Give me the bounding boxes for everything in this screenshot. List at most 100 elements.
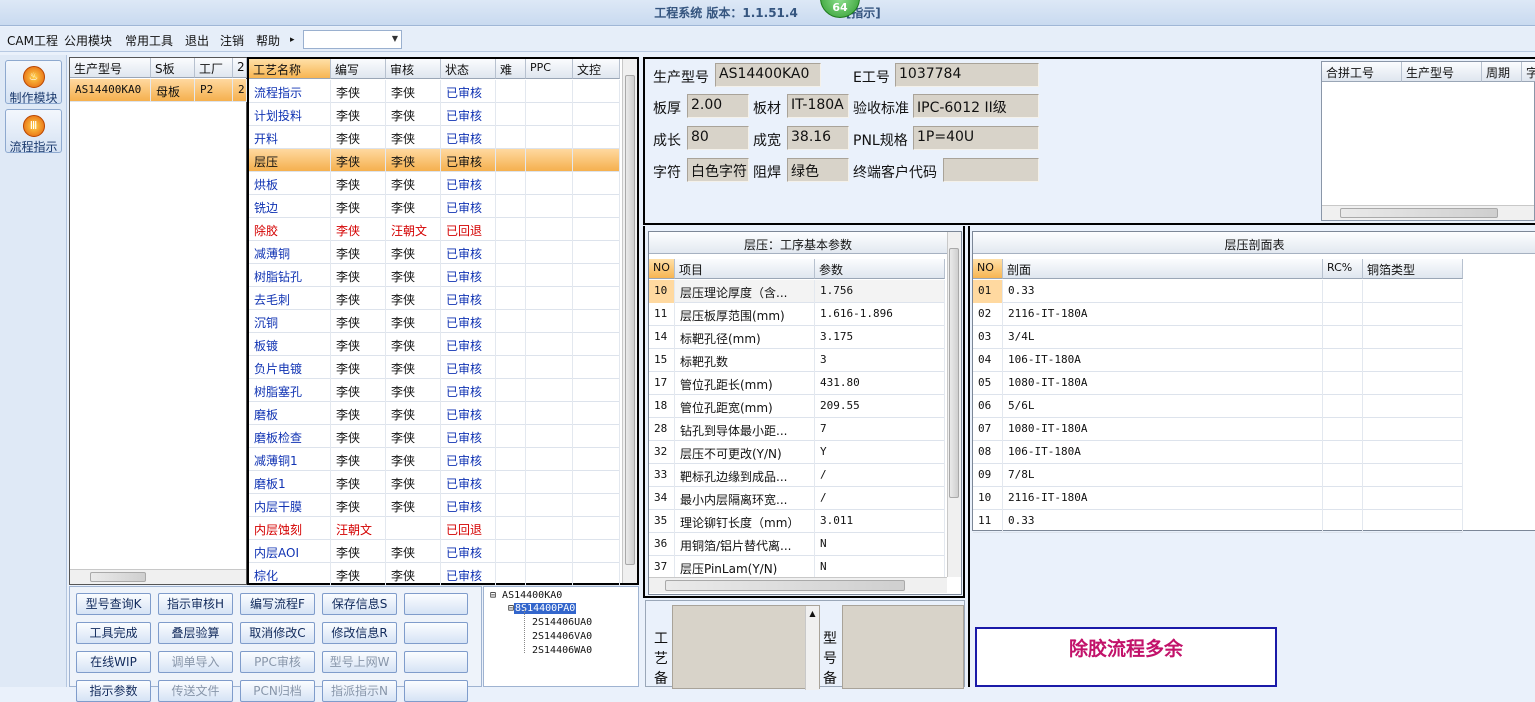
- stackup-row[interactable]: 06 5/6L: [973, 395, 1463, 418]
- blank-button[interactable]: [404, 593, 468, 615]
- process-row[interactable]: 开料 李侠 李侠 已审核: [249, 126, 620, 149]
- col-merge-extra[interactable]: 字: [1522, 62, 1535, 82]
- scroll-thumb[interactable]: [625, 75, 635, 565]
- field-char[interactable]: 白色字符: [687, 158, 749, 182]
- note-vscroll[interactable]: ▲: [805, 606, 819, 690]
- process-row[interactable]: 减薄铜1 李侠 李侠 已审核: [249, 448, 620, 471]
- process-row[interactable]: 负片电镀 李侠 李侠 已审核: [249, 356, 620, 379]
- action-button[interactable]: 保存信息S: [322, 593, 397, 615]
- action-button[interactable]: 叠层验算: [158, 622, 233, 644]
- param-row[interactable]: 33 靶标孔边缘到成品... /: [649, 464, 945, 487]
- stackup-row[interactable]: 09 7/8L: [973, 464, 1463, 487]
- param-row[interactable]: 34 最小内层隔离环宽... /: [649, 487, 945, 510]
- field-length[interactable]: 80: [687, 126, 749, 150]
- col-doc[interactable]: 文控: [573, 59, 620, 79]
- process-vscroll[interactable]: [622, 59, 637, 583]
- param-row[interactable]: 14 标靶孔径(mm) 3.175: [649, 326, 945, 349]
- process-row[interactable]: 除胶 李侠 汪朝文 已回退: [249, 218, 620, 241]
- action-button[interactable]: 指示参数: [76, 680, 151, 702]
- action-button[interactable]: 编写流程F: [240, 593, 315, 615]
- col-no[interactable]: NO: [649, 259, 675, 279]
- process-row[interactable]: 层压 李侠 李侠 已审核: [249, 149, 620, 172]
- process-row[interactable]: 沉铜 李侠 李侠 已审核: [249, 310, 620, 333]
- process-row[interactable]: 烘板 李侠 李侠 已审核: [249, 172, 620, 195]
- col-status[interactable]: 状态: [441, 59, 496, 79]
- params-hscroll[interactable]: [649, 577, 947, 593]
- param-row[interactable]: 11 层压板厚范围(mm) 1.616-1.896: [649, 303, 945, 326]
- module-flow-button[interactable]: Ⅲ 流程指示: [5, 109, 62, 154]
- col-process[interactable]: 工艺名称: [249, 59, 331, 79]
- process-row[interactable]: 流程指示 李侠 李侠 已审核: [249, 80, 620, 103]
- action-button[interactable]: PPC审核: [240, 651, 315, 673]
- field-width[interactable]: 38.16: [787, 126, 849, 150]
- stackup-row[interactable]: 11 0.33: [973, 510, 1463, 533]
- col-sboard[interactable]: S板: [151, 58, 195, 78]
- col-section[interactable]: 剖面: [1003, 259, 1323, 279]
- process-row[interactable]: 板镀 李侠 李侠 已审核: [249, 333, 620, 356]
- menu-cam[interactable]: CAM工程: [7, 32, 58, 49]
- module-make-button[interactable]: ♨ 制作模块: [5, 60, 62, 105]
- model-row[interactable]: AS14400KA0 母板 P2 2: [70, 79, 247, 102]
- col-reviewer[interactable]: 审核: [386, 59, 441, 79]
- field-model[interactable]: AS14400KA0: [715, 63, 821, 87]
- action-button[interactable]: PCN归档: [240, 680, 315, 702]
- action-button[interactable]: 在线WIP: [76, 651, 151, 673]
- action-button[interactable]: 工具完成: [76, 622, 151, 644]
- col-difficulty[interactable]: 难: [496, 59, 526, 79]
- stackup-row[interactable]: 01 0.33: [973, 280, 1463, 303]
- params-vscroll[interactable]: [947, 232, 961, 577]
- col-no[interactable]: NO: [973, 259, 1003, 279]
- action-button[interactable]: 指派指示N: [322, 680, 397, 702]
- process-row[interactable]: 减薄铜 李侠 李侠 已审核: [249, 241, 620, 264]
- action-button[interactable]: 传送文件: [158, 680, 233, 702]
- action-button[interactable]: 取消修改C: [240, 622, 315, 644]
- tree-root[interactable]: ⊟ AS14400KA0: [490, 590, 562, 601]
- param-row[interactable]: 35 理论铆钉长度（mm） 3.011: [649, 510, 945, 533]
- col-extra[interactable]: 2: [233, 58, 247, 78]
- menu-help[interactable]: 帮助: [256, 32, 280, 49]
- process-row[interactable]: 铣边 李侠 李侠 已审核: [249, 195, 620, 218]
- process-row[interactable]: 树脂塞孔 李侠 李侠 已审核: [249, 379, 620, 402]
- process-row[interactable]: 棕化 李侠 李侠 已审核: [249, 563, 620, 586]
- stackup-row[interactable]: 08 106-IT-180A: [973, 441, 1463, 464]
- tree-leaf[interactable]: 2S14406WA0: [532, 645, 592, 656]
- tree-leaf[interactable]: 2S14406VA0: [532, 631, 592, 642]
- param-row[interactable]: 28 钻孔到导体最小距... 7: [649, 418, 945, 441]
- field-material[interactable]: IT-180A: [787, 94, 849, 118]
- field-mask[interactable]: 绿色: [787, 158, 849, 182]
- stackup-row[interactable]: 03 3/4L: [973, 326, 1463, 349]
- col-param[interactable]: 参数: [815, 259, 945, 279]
- action-button[interactable]: 调单导入: [158, 651, 233, 673]
- action-button[interactable]: 修改信息R: [322, 622, 397, 644]
- stackup-row[interactable]: 07 1080-IT-180A: [973, 418, 1463, 441]
- field-eno[interactable]: 1037784: [895, 63, 1039, 87]
- process-note-field[interactable]: ▲: [672, 605, 820, 690]
- col-model[interactable]: 生产型号: [70, 58, 151, 78]
- param-row[interactable]: 37 层压PinLam(Y/N) N: [649, 556, 945, 579]
- col-merge-model[interactable]: 生产型号: [1402, 62, 1482, 82]
- param-row[interactable]: 17 管位孔距长(mm) 431.80: [649, 372, 945, 395]
- scroll-thumb[interactable]: [665, 580, 905, 591]
- param-row[interactable]: 32 层压不可更改(Y/N) Y: [649, 441, 945, 464]
- stackup-row[interactable]: 05 1080-IT-180A: [973, 372, 1463, 395]
- param-row[interactable]: 36 用铜箔/铝片替代离... N: [649, 533, 945, 556]
- param-row[interactable]: 15 标靶孔数 3: [649, 349, 945, 372]
- scroll-thumb[interactable]: [1340, 208, 1498, 218]
- stackup-row[interactable]: 02 2116-IT-180A: [973, 303, 1463, 326]
- stackup-row[interactable]: 10 2116-IT-180A: [973, 487, 1463, 510]
- field-pnl[interactable]: 1P=40U: [913, 126, 1039, 150]
- process-row[interactable]: 磨板1 李侠 李侠 已审核: [249, 471, 620, 494]
- scroll-thumb[interactable]: [949, 248, 959, 498]
- menu-exit[interactable]: 退出: [185, 32, 209, 49]
- merge-hscroll[interactable]: [1322, 205, 1534, 220]
- blank-button[interactable]: [404, 622, 468, 644]
- model-hscroll[interactable]: [70, 569, 246, 584]
- process-row[interactable]: 内层干膜 李侠 李侠 已审核: [249, 494, 620, 517]
- process-row[interactable]: 磨板 李侠 李侠 已审核: [249, 402, 620, 425]
- tree-child[interactable]: ⊟8S14400PA0: [508, 603, 577, 614]
- menu-logout[interactable]: 注销: [220, 32, 244, 49]
- field-customer[interactable]: [943, 158, 1039, 182]
- process-row[interactable]: 树脂钻孔 李侠 李侠 已审核: [249, 264, 620, 287]
- process-row[interactable]: 磨板检查 李侠 李侠 已审核: [249, 425, 620, 448]
- param-row[interactable]: 18 管位孔距宽(mm) 209.55: [649, 395, 945, 418]
